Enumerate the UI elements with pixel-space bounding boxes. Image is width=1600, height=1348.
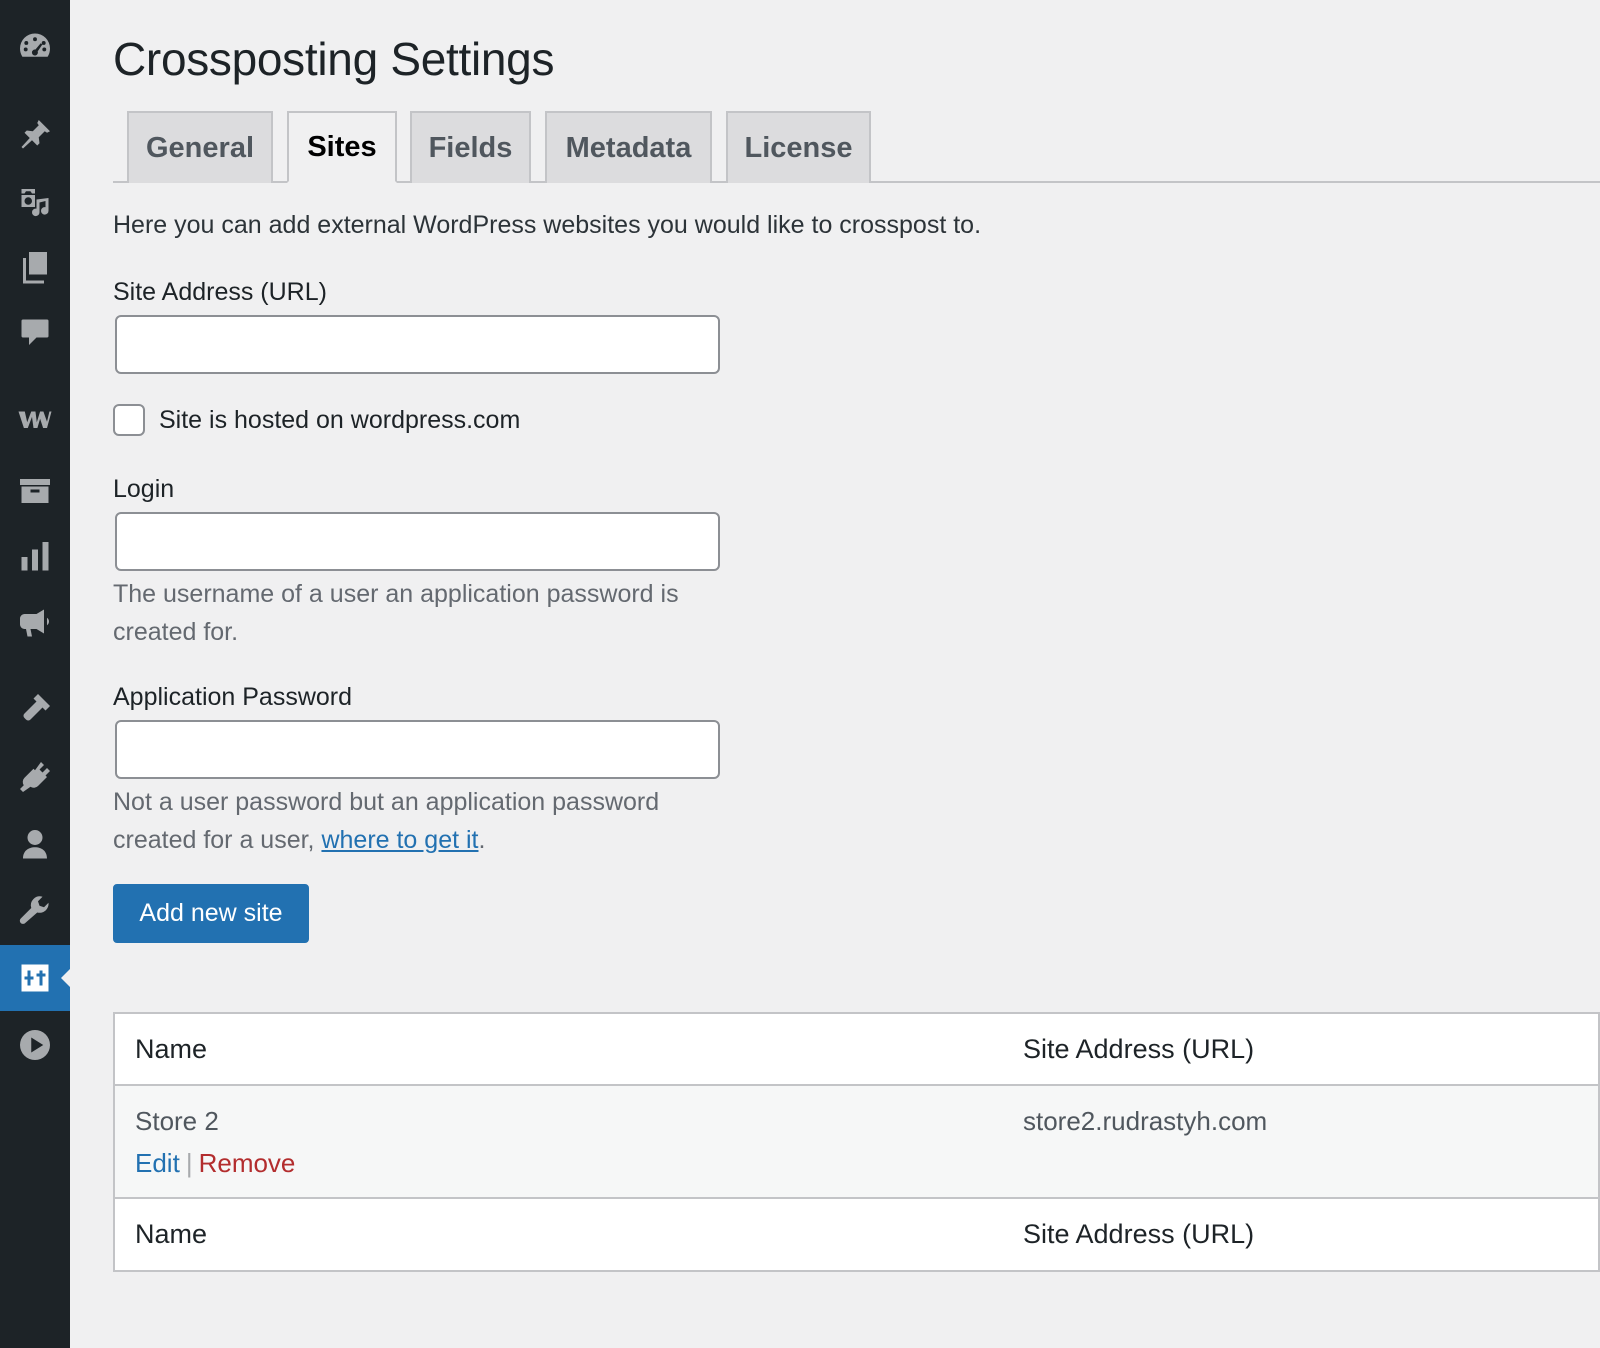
- settings-icon[interactable]: [0, 945, 70, 1011]
- login-input[interactable]: [115, 512, 720, 571]
- where-to-get-it-link[interactable]: where to get it: [321, 826, 478, 854]
- table-footer: Name Site Address (URL): [115, 1199, 1598, 1270]
- action-separator: |: [185, 1148, 193, 1178]
- appearance-icon[interactable]: [0, 676, 70, 742]
- users-icon[interactable]: [0, 812, 70, 878]
- table-header: Name Site Address (URL): [115, 1014, 1598, 1086]
- woocommerce-icon[interactable]: [0, 386, 70, 452]
- tab-sites[interactable]: Sites: [287, 111, 397, 183]
- plugins-icon[interactable]: [0, 744, 70, 810]
- column-header-name[interactable]: Name: [135, 1034, 207, 1065]
- app-password-label: Application Password: [113, 683, 353, 711]
- app-password-desc-period: .: [478, 826, 486, 854]
- marketing-icon[interactable]: [0, 590, 70, 656]
- row-actions: Edit | Remove: [135, 1148, 295, 1179]
- site-address-input[interactable]: [115, 315, 720, 374]
- login-label: Login: [113, 475, 175, 503]
- login-description: The username of a user an application pa…: [113, 580, 679, 646]
- sites-table: Name Site Address (URL) Store 2 Edit | Rem…: [113, 1012, 1600, 1272]
- tab-metadata[interactable]: Metadata: [545, 111, 712, 183]
- site-name: Store 2: [135, 1106, 219, 1136]
- column-footer-name[interactable]: Name: [135, 1219, 207, 1250]
- tools-icon[interactable]: [0, 878, 70, 944]
- pages-icon[interactable]: [0, 234, 70, 300]
- tab-license[interactable]: License: [726, 111, 871, 183]
- tab-fields[interactable]: Fields: [410, 111, 531, 183]
- archive-icon[interactable]: [0, 458, 70, 524]
- remove-link[interactable]: Remove: [199, 1148, 296, 1178]
- play-icon[interactable]: [0, 1012, 70, 1078]
- wpcom-checkbox[interactable]: [113, 404, 145, 436]
- pin-icon[interactable]: [0, 102, 70, 168]
- table-row: Store 2 Edit | Remove store2.rudrastyh.com: [115, 1086, 1598, 1199]
- add-new-site-button[interactable]: Add new site: [113, 884, 309, 943]
- app-password-input[interactable]: [115, 720, 720, 779]
- column-footer-url[interactable]: Site Address (URL): [1023, 1219, 1254, 1250]
- page-title: Crossposting Settings: [113, 33, 555, 85]
- admin-sidebar: [0, 0, 70, 1348]
- edit-link[interactable]: Edit: [135, 1148, 180, 1178]
- settings-tabs: General Sites Fields Metadata License: [113, 111, 1600, 183]
- app-password-description: Not a user password but an application p…: [113, 783, 713, 859]
- site-url: store2.rudrastyh.com: [1023, 1106, 1268, 1136]
- comments-icon[interactable]: [0, 300, 70, 366]
- site-address-label: Site Address (URL): [113, 278, 327, 306]
- analytics-icon[interactable]: [0, 524, 70, 590]
- media-icon[interactable]: [0, 168, 70, 234]
- tab-general[interactable]: General: [127, 111, 273, 183]
- dashboard-icon[interactable]: [0, 14, 70, 80]
- wpcom-checkbox-label[interactable]: Site is hosted on wordpress.com: [159, 406, 520, 435]
- column-header-url[interactable]: Site Address (URL): [1023, 1034, 1254, 1065]
- intro-text: Here you can add external WordPress webs…: [113, 211, 982, 239]
